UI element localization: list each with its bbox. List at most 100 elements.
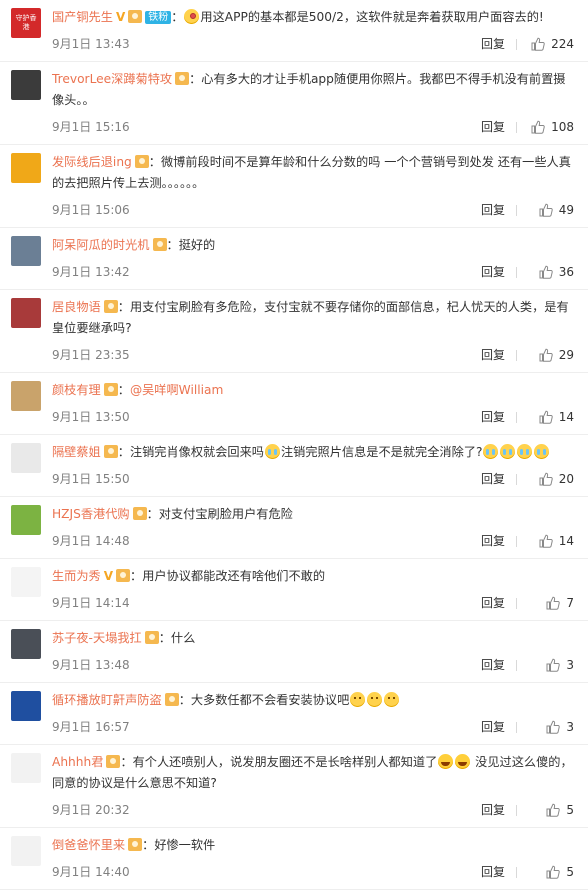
comment-meta: 9月1日 13:48 回复 3 <box>52 654 588 676</box>
username-link[interactable]: 颜枝有理 <box>52 383 101 397</box>
speechless-emoji-icon <box>367 692 383 707</box>
member-level-icon <box>128 838 143 851</box>
meta-divider <box>516 660 517 671</box>
crying-emoji-icon <box>483 444 499 459</box>
like-count: 29 <box>558 348 574 362</box>
comment-item: 阿呆阿瓜的时光机 ：挺好的 9月1日 13:42 回复 36 <box>0 228 588 290</box>
like-count: 224 <box>551 37 574 51</box>
like-button[interactable]: 49 <box>539 199 574 221</box>
like-button[interactable]: 5 <box>546 861 574 883</box>
comment-list: 守护香港 国产铜先生 V 铁粉：用这APP的基本都是500/2，这软件就是奔着获取用户… <box>0 0 588 890</box>
comment-body: 居良物语 ：用支付宝刷脸有多危险，支付宝就不要存储你的面部信息，杞人忧天的人类，是… <box>52 300 569 335</box>
thumbs-up-icon <box>531 37 545 51</box>
like-button[interactable]: 108 <box>531 116 574 138</box>
comment-text: 好惨一软件 <box>154 838 216 852</box>
comment-text: 用这APP的基本都是500/2，这软件就是奔着获取用户面容去的! <box>200 10 544 24</box>
reply-button[interactable]: 回复 <box>481 344 505 366</box>
like-button[interactable]: 3 <box>546 716 574 738</box>
like-button[interactable]: 29 <box>539 344 574 366</box>
username-link[interactable]: 国产铜先生 <box>52 10 113 24</box>
mention-link[interactable]: @吴咩啊William <box>130 383 223 397</box>
like-button[interactable]: 7 <box>546 592 574 614</box>
user-avatar[interactable] <box>11 505 41 535</box>
like-button[interactable]: 5 <box>546 799 574 821</box>
username-link[interactable]: HZJS香港代购 <box>52 507 130 521</box>
reply-button[interactable]: 回复 <box>481 468 505 490</box>
user-avatar[interactable] <box>11 443 41 473</box>
meta-divider <box>516 722 517 733</box>
reply-button[interactable]: 回复 <box>481 799 505 821</box>
comment-item: 倒爸爸怀里来 ：好惨一软件 9月1日 14:40 回复 5 <box>0 828 588 890</box>
like-button[interactable]: 20 <box>539 468 574 490</box>
like-button[interactable]: 14 <box>539 530 574 552</box>
user-avatar[interactable] <box>11 753 41 783</box>
username-link[interactable]: 发际线后退ing <box>52 155 132 169</box>
fan-badge: 铁粉 <box>145 11 172 24</box>
meta-divider <box>516 39 517 50</box>
thumbs-up-icon <box>546 865 561 879</box>
user-avatar[interactable] <box>11 298 41 328</box>
reply-button[interactable]: 回复 <box>481 654 505 676</box>
reply-button[interactable]: 回复 <box>481 716 505 738</box>
thumbs-up-icon <box>539 534 553 548</box>
comment-body: 生而为秀 V ：用户协议都能改还有啥他们不敢的 <box>52 559 588 587</box>
username-link[interactable]: TrevorLee深蹲菊特攻 <box>52 72 172 86</box>
user-avatar[interactable] <box>11 629 41 659</box>
like-button[interactable]: 14 <box>539 406 574 428</box>
comment-body: 隔壁蔡姐 ：注销完肖像权就会回来吗 注销完照片信息是不是就完全消除了? <box>52 435 588 463</box>
username-link[interactable]: 循环播放盯鼾声防盗 <box>52 693 162 707</box>
username-link[interactable]: 苏子夜-天塌我扛 <box>52 631 142 645</box>
reply-button[interactable]: 回复 <box>481 861 505 883</box>
comment-time: 9月1日 20:32 <box>52 803 130 817</box>
comment-time: 9月1日 15:06 <box>52 203 130 217</box>
user-avatar[interactable] <box>11 153 41 183</box>
meta-divider <box>516 536 517 547</box>
reply-button[interactable]: 回复 <box>481 530 505 552</box>
reply-button[interactable]: 回复 <box>481 33 505 55</box>
comment-text: 注销完照片信息是不是就完全消除了? <box>281 445 483 459</box>
reply-button[interactable]: 回复 <box>481 592 505 614</box>
user-avatar[interactable] <box>11 691 41 721</box>
comment-body: HZJS香港代购 ：对支付宝刷脸用户有危险 <box>52 507 293 521</box>
user-avatar[interactable] <box>11 567 41 597</box>
username-link[interactable]: Ahhhh君 <box>52 755 103 769</box>
comment-body: 倒爸爸怀里来 ：好惨一软件 <box>52 838 216 852</box>
like-count: 14 <box>558 410 574 424</box>
comment-body: 苏子夜-天塌我扛 ：什么 <box>52 631 196 645</box>
like-button[interactable]: 224 <box>531 33 574 55</box>
comment-time: 9月1日 13:42 <box>52 265 130 279</box>
comment-meta: 9月1日 20:32 回复 5 <box>52 799 588 821</box>
reply-button[interactable]: 回复 <box>481 406 505 428</box>
like-button[interactable]: 36 <box>539 261 574 283</box>
bulb-face-icon <box>184 9 200 24</box>
like-count: 3 <box>566 720 574 734</box>
user-avatar[interactable] <box>11 381 41 411</box>
thumbs-up-icon <box>539 472 553 486</box>
speechless-emoji-icon <box>384 692 400 707</box>
meta-divider <box>516 474 517 485</box>
like-count: 14 <box>558 534 574 548</box>
comment-text: 挺好的 <box>178 238 216 252</box>
username-link[interactable]: 居良物语 <box>52 300 101 314</box>
user-avatar[interactable]: 守护香港 <box>11 8 41 38</box>
reply-button[interactable]: 回复 <box>481 116 505 138</box>
username-link[interactable]: 隔壁蔡姐 <box>52 445 101 459</box>
username-link[interactable]: 阿呆阿瓜的时光机 <box>52 238 150 252</box>
member-level-icon <box>128 10 143 23</box>
reply-button[interactable]: 回复 <box>481 199 505 221</box>
username-link[interactable]: 生而为秀 <box>52 569 101 583</box>
user-avatar[interactable] <box>11 836 41 866</box>
user-avatar[interactable] <box>11 236 41 266</box>
comment-body: 阿呆阿瓜的时光机 ：挺好的 <box>52 238 216 252</box>
like-button[interactable]: 3 <box>546 654 574 676</box>
username-link[interactable]: 倒爸爸怀里来 <box>52 838 125 852</box>
comment-text: 对支付宝刷脸用户有危险 <box>158 507 293 521</box>
comment-item: TrevorLee深蹲菊特攻 ：心有多大的才让手机app随便用你照片。我都巴不得手… <box>0 62 588 145</box>
meta-divider <box>516 805 517 816</box>
user-avatar[interactable] <box>11 70 41 100</box>
thumbs-up-icon <box>539 348 553 362</box>
reply-button[interactable]: 回复 <box>481 261 505 283</box>
comment-body: 国产铜先生 V 铁粉：用这APP的基本都是500/2，这软件就是奔着获取用户面容去的… <box>52 0 588 28</box>
like-count: 49 <box>558 203 574 217</box>
like-count: 36 <box>558 265 574 279</box>
